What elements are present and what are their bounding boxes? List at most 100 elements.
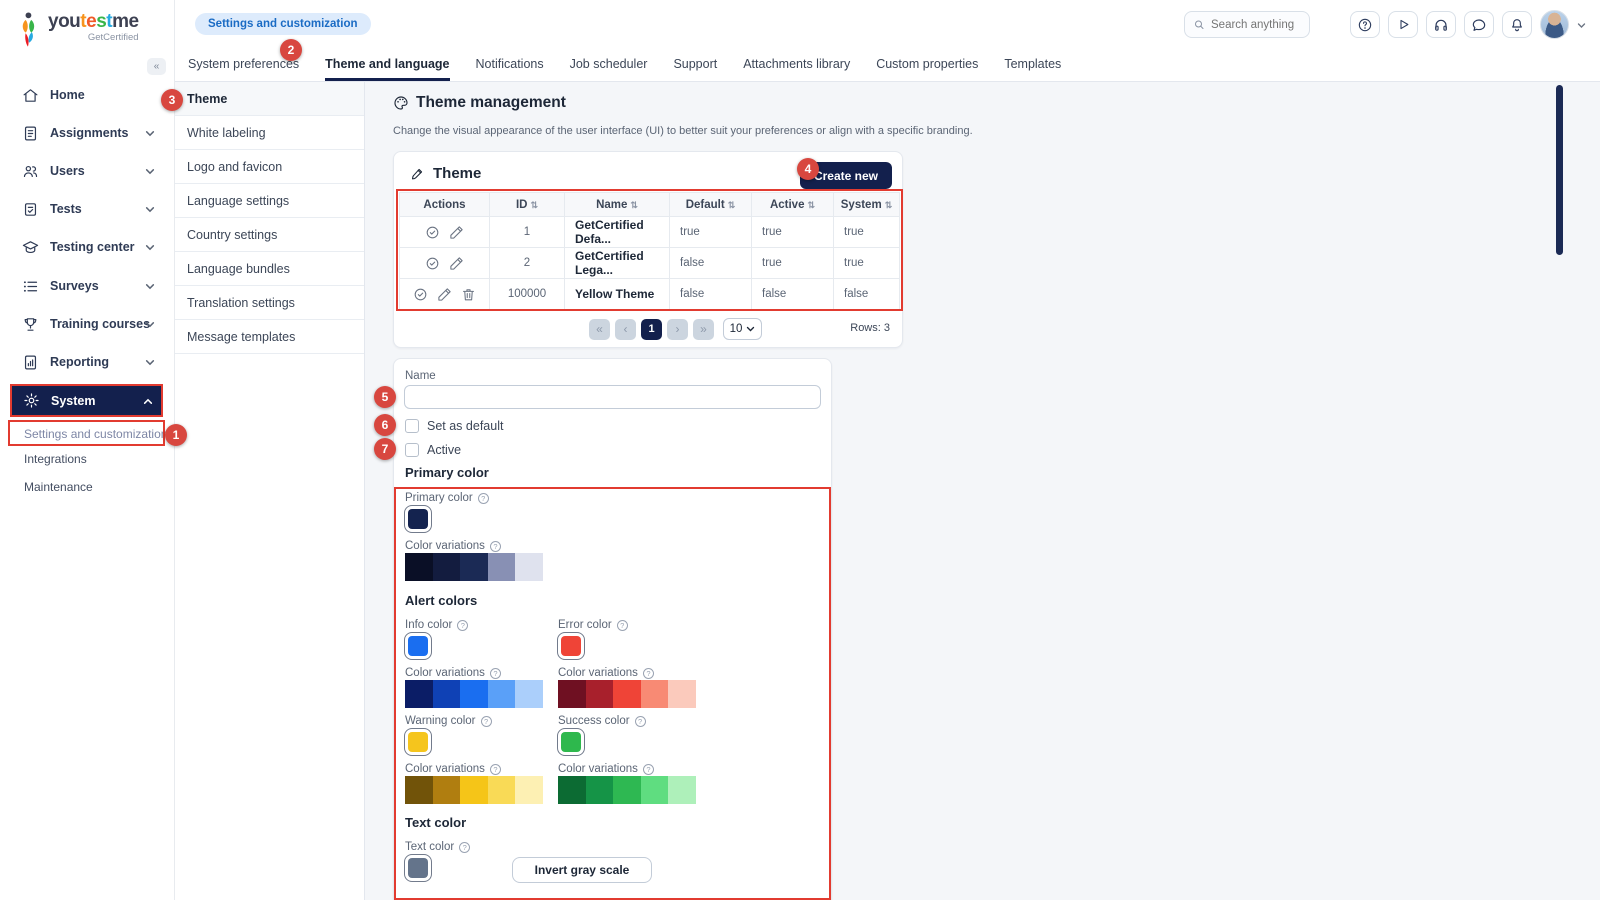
subnav-item-logo-and-favicon[interactable]: Logo and favicon bbox=[175, 150, 364, 184]
subnav-item-language-bundles[interactable]: Language bundles bbox=[175, 252, 364, 286]
search-box[interactable] bbox=[1184, 11, 1310, 38]
tab-notifications[interactable]: Notifications bbox=[476, 48, 544, 81]
delete-icon[interactable] bbox=[461, 287, 476, 302]
error-color-label: Error color? bbox=[558, 619, 628, 631]
rows-count-label: Rows: 3 bbox=[850, 322, 890, 334]
chat-button[interactable] bbox=[1464, 11, 1494, 38]
warning-color-swatch[interactable] bbox=[404, 728, 432, 756]
last-page-button[interactable]: » bbox=[693, 319, 714, 340]
sidebar-item-maintenance[interactable]: Maintenance bbox=[0, 474, 175, 499]
home-icon bbox=[22, 87, 39, 104]
current-page-button[interactable]: 1 bbox=[641, 319, 662, 340]
checkbox[interactable] bbox=[405, 443, 419, 457]
tab-custom-properties[interactable]: Custom properties bbox=[876, 48, 978, 81]
table-header-row: Actions ID⇅ Name⇅ Default⇅ Active⇅ Syste… bbox=[400, 193, 900, 217]
brush-icon bbox=[410, 166, 425, 181]
sidebar-item-integrations[interactable]: Integrations bbox=[0, 446, 175, 471]
invert-gray-scale-button[interactable]: Invert gray scale bbox=[512, 857, 652, 883]
sidebar-item-assignments[interactable]: Assignments bbox=[0, 118, 175, 148]
text-color-swatch[interactable] bbox=[404, 854, 432, 882]
theme-name-input[interactable] bbox=[404, 385, 821, 409]
sidebar-item-surveys[interactable]: Surveys bbox=[0, 271, 175, 301]
sidebar-item-system[interactable]: System bbox=[10, 384, 163, 417]
column-header-system[interactable]: System⇅ bbox=[834, 193, 900, 217]
topbar: Settings and customization bbox=[175, 0, 1600, 48]
subnav-item-language-settings[interactable]: Language settings bbox=[175, 184, 364, 218]
info-color-label: Info color? bbox=[405, 619, 468, 631]
subnav-item-white-labeling[interactable]: White labeling bbox=[175, 116, 364, 150]
approve-icon[interactable] bbox=[425, 225, 440, 240]
sidebar-item-training-courses[interactable]: Training courses bbox=[0, 309, 175, 339]
theme-panel: Theme Create new Actions ID⇅ Name⇅ Defau… bbox=[393, 151, 903, 348]
tab-attachments-library[interactable]: Attachments library bbox=[743, 48, 850, 81]
search-input[interactable] bbox=[1211, 19, 1301, 31]
error-color-swatch[interactable] bbox=[557, 632, 585, 660]
sidebar-item-home[interactable]: Home bbox=[0, 80, 175, 110]
sidebar-item-testing-center[interactable]: Testing center bbox=[0, 232, 175, 262]
sidebar-item-reporting[interactable]: Reporting bbox=[0, 347, 175, 377]
tab-theme-and-language[interactable]: Theme and language bbox=[325, 48, 449, 81]
create-new-button[interactable]: Create new bbox=[800, 162, 892, 189]
assignments-icon bbox=[22, 125, 39, 142]
cell-id: 100000 bbox=[490, 279, 565, 310]
primary-color-swatch[interactable] bbox=[404, 505, 432, 533]
demo-videos-button[interactable] bbox=[1388, 11, 1418, 38]
tab-templates[interactable]: Templates bbox=[1004, 48, 1061, 81]
page-size-select[interactable]: 10 bbox=[723, 318, 762, 340]
help-icon: ? bbox=[490, 668, 501, 679]
alert-colors-heading: Alert colors bbox=[405, 593, 477, 608]
active-checkbox-row[interactable]: Active bbox=[405, 443, 461, 457]
subnav-item-country-settings[interactable]: Country settings bbox=[175, 218, 364, 252]
column-header-default[interactable]: Default⇅ bbox=[670, 193, 752, 217]
next-page-button[interactable]: › bbox=[667, 319, 688, 340]
cell-system: true bbox=[834, 217, 900, 248]
main-content: Theme management Change the visual appea… bbox=[365, 82, 1600, 900]
chevron-down-icon[interactable] bbox=[1577, 16, 1586, 34]
tab-job-scheduler[interactable]: Job scheduler bbox=[570, 48, 648, 81]
tab-system-preferences[interactable]: System preferences bbox=[188, 48, 299, 81]
sidebar-item-users[interactable]: Users bbox=[0, 156, 175, 186]
approve-icon[interactable] bbox=[425, 256, 440, 271]
sort-icon[interactable]: ⇅ bbox=[530, 200, 538, 210]
theme-form: Name Set as default Active Primary color… bbox=[393, 358, 832, 900]
sidebar-collapse-button[interactable]: « bbox=[147, 58, 166, 75]
column-header-name[interactable]: Name⇅ bbox=[565, 193, 670, 217]
help-button[interactable] bbox=[1350, 11, 1380, 38]
sort-icon[interactable]: ⇅ bbox=[885, 200, 893, 210]
notifications-button[interactable] bbox=[1502, 11, 1532, 38]
approve-icon[interactable] bbox=[413, 287, 428, 302]
support-button[interactable] bbox=[1426, 11, 1456, 38]
vertical-scrollbar[interactable] bbox=[1556, 85, 1563, 255]
edit-icon[interactable] bbox=[437, 287, 452, 302]
text-color-label: Text color? bbox=[405, 841, 470, 853]
column-header-id[interactable]: ID⇅ bbox=[490, 193, 565, 217]
subnav-item-message-templates[interactable]: Message templates bbox=[175, 320, 364, 354]
column-header-active[interactable]: Active⇅ bbox=[752, 193, 834, 217]
avatar[interactable] bbox=[1540, 10, 1569, 39]
help-icon: ? bbox=[617, 620, 628, 631]
settings-subnav: Theme White labeling Logo and favicon La… bbox=[175, 82, 365, 900]
tab-bar: System preferences Theme and language No… bbox=[175, 48, 1600, 82]
sidebar-item-settings-and-customization[interactable]: Settings and customization bbox=[0, 421, 175, 446]
headphones-icon bbox=[1433, 17, 1449, 33]
subnav-item-translation-settings[interactable]: Translation settings bbox=[175, 286, 364, 320]
previous-page-button[interactable]: ‹ bbox=[615, 319, 636, 340]
first-page-button[interactable]: « bbox=[589, 319, 610, 340]
sort-icon[interactable]: ⇅ bbox=[630, 200, 638, 210]
column-header-actions[interactable]: Actions bbox=[400, 193, 490, 217]
success-color-swatch[interactable] bbox=[557, 728, 585, 756]
sort-icon[interactable]: ⇅ bbox=[807, 200, 815, 210]
sidebar-item-tests[interactable]: Tests bbox=[0, 194, 175, 224]
help-icon: ? bbox=[643, 668, 654, 679]
help-icon: ? bbox=[457, 620, 468, 631]
cell-default: false bbox=[670, 248, 752, 279]
set-as-default-checkbox-row[interactable]: Set as default bbox=[405, 419, 503, 433]
edit-icon[interactable] bbox=[449, 256, 464, 271]
bell-icon bbox=[1509, 17, 1525, 33]
checkbox[interactable] bbox=[405, 419, 419, 433]
info-color-swatch[interactable] bbox=[404, 632, 432, 660]
subnav-item-theme[interactable]: Theme bbox=[175, 82, 364, 116]
edit-icon[interactable] bbox=[449, 225, 464, 240]
tab-support[interactable]: Support bbox=[673, 48, 717, 81]
sort-icon[interactable]: ⇅ bbox=[728, 200, 736, 210]
